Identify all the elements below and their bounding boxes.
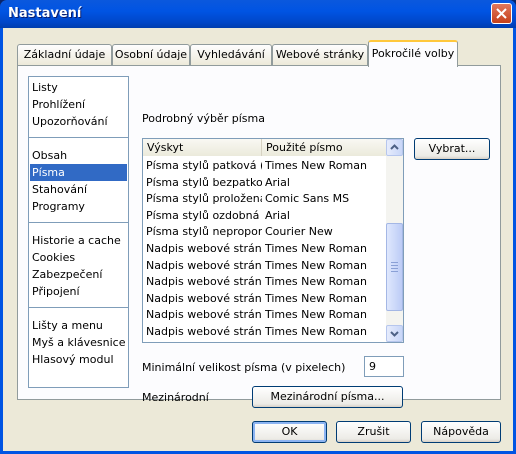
- close-button[interactable]: [491, 3, 512, 24]
- font-occurrence-cell: Písma stylů bezpatkov...: [146, 175, 262, 189]
- dialog-body: Základní údaje Osobní údaje Vyhledávání …: [3, 28, 513, 451]
- choose-font-button[interactable]: Vybrat...: [414, 138, 490, 160]
- font-occurrence-cell: Nadpis webové stránk...: [146, 325, 262, 338]
- font-name-cell: Times New Roman: [265, 308, 367, 322]
- advanced-panel: Listy Prohlížení Upozorňování Obsah Písm…: [17, 65, 501, 408]
- font-name-cell: Comic Sans MS: [265, 192, 350, 206]
- nav-item-stahovani[interactable]: Stahování: [30, 181, 127, 198]
- nav-item-pisma[interactable]: Písma: [30, 164, 127, 181]
- tab-webpages[interactable]: Webové stránky: [272, 44, 368, 66]
- font-list-row[interactable]: Nadpis webové stránk...Times New Roman: [143, 290, 387, 307]
- cancel-button[interactable]: Zrušit: [336, 421, 411, 443]
- font-list-row[interactable]: Nadpis webové stránk...Times New Roman: [143, 273, 387, 290]
- font-occurrence-cell: Písma stylů proložená ...: [146, 192, 262, 206]
- tab-advanced[interactable]: Pokročilé volby: [368, 40, 458, 67]
- nav-item-zabezpeceni[interactable]: Zabezpečení: [30, 266, 127, 283]
- font-occurrence-cell: Písma stylů ozdobná (...: [146, 208, 262, 222]
- nav-item-programy[interactable]: Programy: [30, 198, 127, 215]
- min-size-label: Minimální velikost písma (v pixelech): [142, 361, 346, 374]
- font-list-row[interactable]: Písma stylů patková (s...Times New Roman: [143, 157, 387, 174]
- nav-item-listy-menu[interactable]: Lišty a menu: [30, 317, 127, 334]
- font-name-cell: Courier New: [265, 225, 333, 239]
- font-occurrence-cell: Nadpis webové stránk...: [146, 242, 262, 255]
- grip-line: [391, 262, 398, 263]
- international-label: Mezinárodní: [142, 391, 209, 404]
- grip-line: [391, 271, 398, 272]
- nav-separator: [29, 222, 128, 223]
- font-name-cell: Times New Roman: [265, 291, 367, 305]
- help-button[interactable]: Nápověda: [421, 421, 501, 443]
- section-title: Podrobný výběr písma: [142, 112, 265, 125]
- font-list-row[interactable]: Nadpis webové stránk...Times New Roman: [143, 323, 387, 340]
- font-name-cell: Times New Roman: [265, 258, 367, 272]
- ok-button[interactable]: OK: [252, 421, 327, 443]
- grip-line: [391, 268, 398, 269]
- title-bar[interactable]: Nastavení: [0, 0, 516, 28]
- font-occurrence-cell: Písma stylů patková (s...: [146, 159, 262, 172]
- nav-item-pripojeni[interactable]: Připojení: [30, 283, 127, 300]
- font-occurrence-cell: Písma stylů neproporci...: [146, 225, 262, 239]
- font-occurrence-cell: Nadpis webové stránk...: [146, 291, 262, 305]
- font-list-header: Výskyt Použité písmo: [143, 139, 387, 156]
- font-name-cell: Arial: [265, 175, 290, 189]
- nav-separator: [29, 307, 128, 308]
- tab-personal[interactable]: Osobní údaje: [112, 44, 190, 66]
- nav-separator: [29, 137, 128, 138]
- scroll-up-button[interactable]: [386, 139, 403, 156]
- column-header-font[interactable]: Použité písmo: [262, 139, 387, 156]
- font-occurrence-cell: Nadpis webové stránk...: [146, 308, 262, 322]
- font-list-scrollbar[interactable]: [386, 139, 403, 342]
- nav-item-historie[interactable]: Historie a cache: [30, 232, 127, 249]
- font-list-row[interactable]: Písma stylů proložená ...Comic Sans MS: [143, 190, 387, 207]
- font-list-row[interactable]: Nadpis webové stránk...Times New Roman: [143, 257, 387, 274]
- nav-item-cookies[interactable]: Cookies: [30, 249, 127, 266]
- font-name-cell: Times New Roman: [265, 325, 367, 338]
- nav-item-prohlizeni[interactable]: Prohlížení: [30, 96, 127, 113]
- font-list-row[interactable]: Písma stylů neproporci...Courier New: [143, 223, 387, 240]
- international-fonts-button[interactable]: Mezinárodní písma...: [252, 386, 403, 408]
- font-list[interactable]: Výskyt Použité písmo Písma stylů patková…: [142, 138, 404, 343]
- font-list-row[interactable]: Písma stylů bezpatkov...Arial: [143, 174, 387, 191]
- settings-window: Nastavení Základní údaje Osobní údaje Vy…: [0, 0, 516, 454]
- font-name-cell: Times New Roman: [265, 159, 367, 172]
- nav-item-obsah[interactable]: Obsah: [30, 147, 127, 164]
- font-list-row[interactable]: Písma stylů ozdobná (...Arial: [143, 207, 387, 224]
- tab-basic[interactable]: Základní údaje: [17, 44, 112, 66]
- font-name-cell: Arial: [265, 208, 290, 222]
- scroll-thumb[interactable]: [386, 223, 403, 311]
- nav-item-hlasovy-modul[interactable]: Hlasový modul: [30, 351, 127, 368]
- font-name-cell: Times New Roman: [265, 275, 367, 289]
- font-list-row[interactable]: Nadpis webové stránk...Times New Roman: [143, 240, 387, 257]
- tab-search[interactable]: Vyhledávání: [190, 44, 272, 66]
- font-name-cell: Times New Roman: [265, 242, 367, 255]
- close-icon: [496, 8, 507, 19]
- window-title: Nastavení: [8, 6, 82, 21]
- nav-item-mys-klavesnice[interactable]: Myš a klávesnice: [30, 334, 127, 351]
- category-list: Listy Prohlížení Upozorňování Obsah Písm…: [28, 76, 129, 388]
- arrow-down-icon: [390, 331, 399, 337]
- min-size-input[interactable]: 9: [364, 356, 404, 377]
- column-header-occurrence[interactable]: Výskyt: [143, 139, 262, 156]
- nav-item-upozornovani[interactable]: Upozorňování: [30, 113, 127, 130]
- font-occurrence-cell: Nadpis webové stránk...: [146, 258, 262, 272]
- font-list-row[interactable]: Nadpis webové stránk...Times New Roman: [143, 306, 387, 323]
- font-occurrence-cell: Nadpis webové stránk...: [146, 275, 262, 289]
- nav-item-listy[interactable]: Listy: [30, 79, 127, 96]
- scroll-down-button[interactable]: [386, 325, 403, 342]
- grip-line: [391, 265, 398, 266]
- arrow-up-icon: [390, 144, 399, 150]
